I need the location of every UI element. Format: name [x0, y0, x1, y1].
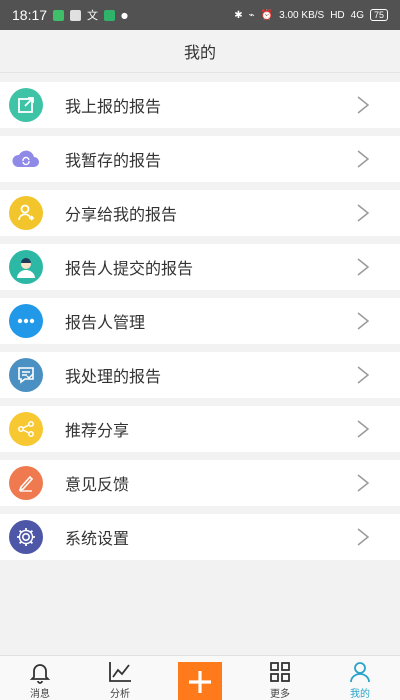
- status-bar: 18:17 文 ● ✱ ⌁ ⏰ 3.00 KB/S HD 4G 75: [0, 0, 400, 30]
- signal-indicator: 4G: [350, 9, 364, 21]
- menu-item-label: 推荐分享: [65, 421, 130, 440]
- menu-item-label: 系统设置: [65, 529, 130, 548]
- tab-label: 我的: [350, 689, 370, 700]
- menu-item-label: 分享给我的报告: [65, 205, 178, 224]
- battery-indicator: 75: [369, 9, 388, 21]
- doctor-icon: [9, 250, 43, 284]
- more-dots-icon: [9, 304, 43, 338]
- menu-item-my-reports[interactable]: 我上报的报告: [0, 82, 400, 128]
- nav-bar: 我的: [0, 30, 400, 73]
- chevron-right-icon: [357, 204, 370, 222]
- message-notification-icon: [53, 9, 65, 21]
- cloud-sync-icon: [9, 142, 43, 176]
- alarm-icon: ⏰: [260, 9, 274, 21]
- menu-item-draft-reports[interactable]: 我暂存的报告: [0, 136, 400, 182]
- translate-notification-icon: 文: [87, 9, 99, 22]
- status-time: 18:17: [12, 7, 48, 23]
- user-icon: [350, 662, 370, 683]
- menu-item-reporter-management[interactable]: 报告人管理: [0, 298, 400, 344]
- chevron-right-icon: [357, 474, 370, 492]
- network-speed: 3.00 KB/S: [279, 9, 325, 21]
- menu-item-processed-reports[interactable]: 我处理的报告: [0, 352, 400, 398]
- menu-list: 我上报的报告 我暂存的报告 分享给我的报告 报告人提交的报告 报告人管理 我处理…: [0, 82, 400, 568]
- chat-check-icon: [9, 358, 43, 392]
- vibrate-icon: ⌁: [248, 9, 255, 21]
- menu-item-label: 报告人管理: [65, 313, 146, 332]
- feedback-pen-icon: [9, 466, 43, 500]
- tab-analysis[interactable]: 分析: [80, 656, 160, 700]
- chevron-right-icon: [357, 258, 370, 276]
- menu-item-label: 我处理的报告: [65, 367, 162, 386]
- menu-item-reporter-submitted[interactable]: 报告人提交的报告: [0, 244, 400, 290]
- bell-icon: [29, 664, 51, 684]
- menu-item-feedback[interactable]: 意见反馈: [0, 460, 400, 506]
- tab-mine[interactable]: 我的: [320, 656, 400, 700]
- chevron-right-icon: [357, 96, 370, 114]
- menu-item-label: 我上报的报告: [65, 97, 162, 116]
- menu-item-shared-reports[interactable]: 分享给我的报告: [0, 190, 400, 236]
- report-edit-icon: [9, 88, 43, 122]
- bottom-tab-bar: 消息 分析 更多 我的: [0, 655, 400, 700]
- menu-item-label: 意见反馈: [65, 475, 130, 494]
- tab-label: 消息: [30, 689, 50, 700]
- menu-item-label: 报告人提交的报告: [65, 259, 194, 278]
- menu-item-recommend-share[interactable]: 推荐分享: [0, 406, 400, 452]
- tab-more[interactable]: 更多: [240, 656, 320, 700]
- grid-icon: [270, 662, 290, 682]
- add-button[interactable]: [178, 662, 222, 700]
- menu-item-label: 我暂存的报告: [65, 151, 162, 170]
- chevron-right-icon: [357, 150, 370, 168]
- chevron-right-icon: [357, 366, 370, 384]
- chevron-right-icon: [357, 528, 370, 546]
- share-icon: [9, 412, 43, 446]
- tab-messages[interactable]: 消息: [0, 656, 80, 700]
- settings-gear-icon: [9, 520, 43, 554]
- video-notification-icon: [70, 9, 82, 21]
- menu-item-settings[interactable]: 系统设置: [0, 514, 400, 560]
- chevron-right-icon: [357, 312, 370, 330]
- page-title: 我的: [183, 43, 216, 62]
- bluetooth-icon: ✱: [234, 9, 243, 21]
- tab-label: 更多: [270, 689, 290, 700]
- dot-icon: ●: [121, 10, 129, 20]
- chevron-right-icon: [357, 420, 370, 438]
- app-notification-icon: [104, 9, 116, 21]
- plus-icon: [189, 670, 211, 693]
- chart-line-icon: [109, 662, 131, 682]
- person-share-icon: [9, 196, 43, 230]
- hd-indicator: HD: [330, 9, 345, 21]
- tab-label: 分析: [110, 689, 130, 700]
- tab-add[interactable]: [160, 656, 240, 700]
